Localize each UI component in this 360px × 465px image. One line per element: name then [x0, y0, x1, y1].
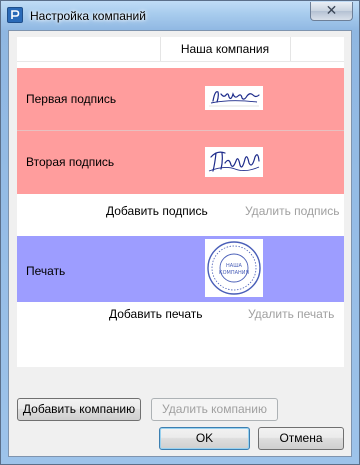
table-row[interactable]: Вторая подпись — [17, 130, 344, 194]
close-icon: ✕ — [325, 3, 338, 19]
table-header: Наша компания — [17, 37, 344, 62]
ok-button[interactable]: OK — [159, 427, 250, 450]
title-bar[interactable]: Настройка компаний ✕ — [1, 1, 359, 31]
dialog-window: Настройка компаний ✕ Наша компания Перва… — [0, 0, 360, 465]
cancel-button[interactable]: Отмена — [258, 427, 344, 450]
svg-text:КОМПАНИЯ: КОМПАНИЯ — [219, 270, 249, 276]
add-signature-link[interactable]: Добавить подпись — [106, 204, 208, 218]
table-row[interactable]: Печать НАША КОМПАНИЯ — [17, 236, 344, 302]
row-label: Вторая подпись — [26, 155, 115, 169]
delete-company-button[interactable]: Удалить компанию — [151, 398, 278, 421]
signature-image[interactable] — [205, 86, 263, 110]
delete-signature-link[interactable]: Удалить подпись — [245, 204, 340, 218]
svg-text:НАША: НАША — [226, 263, 243, 269]
row-label: Печать — [26, 264, 66, 278]
window-title: Настройка компаний — [30, 9, 146, 23]
app-icon — [7, 7, 23, 23]
close-button[interactable]: ✕ — [310, 2, 353, 21]
row-label: Первая подпись — [26, 92, 117, 106]
table-row[interactable]: Первая подпись — [17, 68, 344, 130]
signature-image[interactable] — [205, 147, 263, 177]
stamp-image[interactable]: НАША КОМПАНИЯ — [205, 239, 263, 297]
column-header-our-company[interactable]: Наша компания — [160, 42, 290, 56]
delete-stamp-link[interactable]: Удалить печать — [248, 307, 334, 321]
add-stamp-link[interactable]: Добавить печать — [109, 307, 203, 321]
column-separator — [290, 37, 291, 61]
dialog-client-area: Наша компания Первая подпись Вторая подп… — [8, 30, 352, 457]
add-company-button[interactable]: Добавить компанию — [17, 398, 141, 421]
company-settings-panel: Наша компания Первая подпись Вторая подп… — [17, 37, 344, 367]
